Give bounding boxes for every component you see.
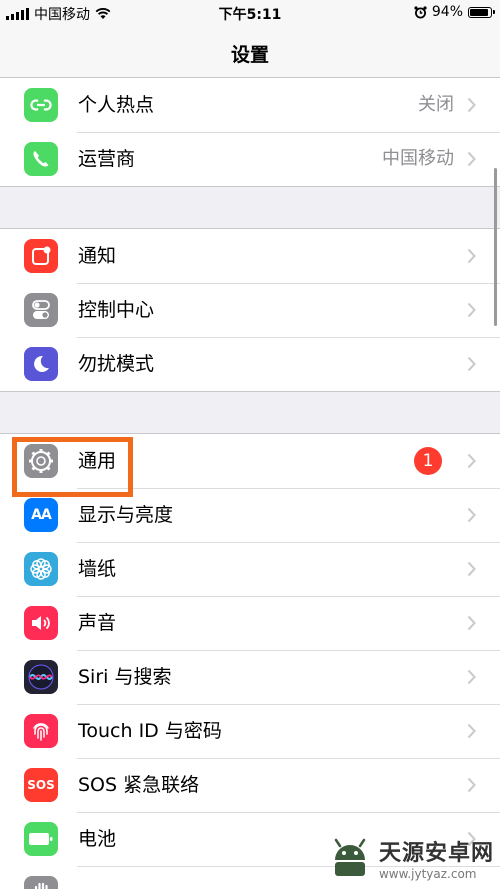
update-badge: 1 <box>414 447 442 475</box>
settings-row-label: 电池 <box>78 828 117 850</box>
settings-row-siri-search[interactable]: Siri 与搜索 <box>0 650 500 704</box>
scrollbar[interactable] <box>494 168 497 326</box>
settings-row-notifications[interactable]: 通知 <box>0 229 500 283</box>
chevron-right-icon <box>467 669 476 685</box>
settings-row-label: 通知 <box>78 245 117 267</box>
alarm-clock-icon <box>414 5 427 18</box>
speaker-icon <box>24 606 58 640</box>
watermark-title: 天源安卓网 <box>378 841 494 866</box>
settings-row-label: Siri 与搜索 <box>78 666 172 688</box>
settings-row-personal-hotspot[interactable]: 个人热点 关闭 <box>0 78 500 132</box>
settings-group-network: 个人热点 关闭 运营商 中国移动 <box>0 78 500 187</box>
siri-icon <box>24 660 58 694</box>
settings-row-label: 墙纸 <box>78 558 117 580</box>
watermark: 天源安卓网 www.jytyaz.com <box>327 835 494 881</box>
page-title: 设置 <box>230 44 269 66</box>
watermark-text: 天源安卓网 www.jytyaz.com <box>379 835 494 881</box>
privacy-hand-icon <box>24 876 58 889</box>
battery-level-fill <box>470 8 488 16</box>
settings-row-sounds[interactable]: 声音 <box>0 596 500 650</box>
status-right: 94% <box>414 4 495 20</box>
settings-row-label: 显示与亮度 <box>78 504 174 526</box>
settings-row-do-not-disturb[interactable]: 勿扰模式 <box>0 337 500 391</box>
settings-row-label: 勿扰模式 <box>78 353 155 375</box>
fingerprint-icon <box>24 714 58 748</box>
settings-row-touch-id-passcode[interactable]: Touch ID 与密码 <box>0 704 500 758</box>
watermark-url: www.jytyaz.com <box>378 867 477 881</box>
chevron-right-icon <box>467 97 476 113</box>
settings-row-label: 声音 <box>78 612 117 634</box>
battery-status-icon <box>468 6 495 18</box>
status-bar: 中国移动 下午5:11 94% <box>0 0 500 26</box>
highlight-annotation-box <box>12 437 133 497</box>
sos-glyph: SOS <box>27 778 55 792</box>
chevron-right-icon <box>467 248 476 264</box>
sos-icon: SOS <box>24 768 58 802</box>
chevron-right-icon <box>467 723 476 739</box>
notifications-icon <box>24 239 58 273</box>
settings-row-carrier[interactable]: 运营商 中国移动 <box>0 132 500 186</box>
control-center-icon <box>24 293 58 327</box>
navigation-bar: 设置 <box>0 26 500 78</box>
chevron-right-icon <box>467 302 476 318</box>
chevron-right-icon <box>467 777 476 793</box>
battery-percent: 94% <box>431 4 463 20</box>
wallpaper-flower-icon <box>24 552 58 586</box>
settings-row-value: 关闭 <box>418 94 454 115</box>
display-brightness-icon: AA <box>24 498 58 532</box>
settings-row-control-center[interactable]: 控制中心 <box>0 283 500 337</box>
chevron-right-icon <box>467 356 476 372</box>
settings-row-label: 运营商 <box>78 148 136 170</box>
settings-group-notifications: 通知 控制中心 勿扰模式 <box>0 228 500 392</box>
chevron-right-icon <box>467 151 476 167</box>
hotspot-icon <box>24 88 58 122</box>
chevron-right-icon <box>467 507 476 523</box>
settings-row-emergency-sos[interactable]: SOS SOS 紧急联络 <box>0 758 500 812</box>
battery-icon <box>24 822 58 856</box>
chevron-right-icon <box>467 453 476 469</box>
settings-group-general: 通用 1 AA 显示与亮度 墙纸 声音 Siri 与搜索 Touch ID 与密… <box>0 433 500 889</box>
settings-row-label: Touch ID 与密码 <box>78 720 222 742</box>
settings-row-value: 中国移动 <box>382 148 454 169</box>
moon-icon <box>24 347 58 381</box>
watermark-android-logo-icon <box>334 838 366 876</box>
phone-icon <box>24 142 58 176</box>
settings-row-wallpaper[interactable]: 墙纸 <box>0 542 500 596</box>
chevron-right-icon <box>467 615 476 631</box>
display-brightness-glyph: AA <box>31 507 52 523</box>
settings-row-label: SOS 紧急联络 <box>78 774 200 796</box>
settings-row-label: 个人热点 <box>78 94 155 116</box>
settings-row-label: 控制中心 <box>78 299 155 321</box>
chevron-right-icon <box>467 561 476 577</box>
